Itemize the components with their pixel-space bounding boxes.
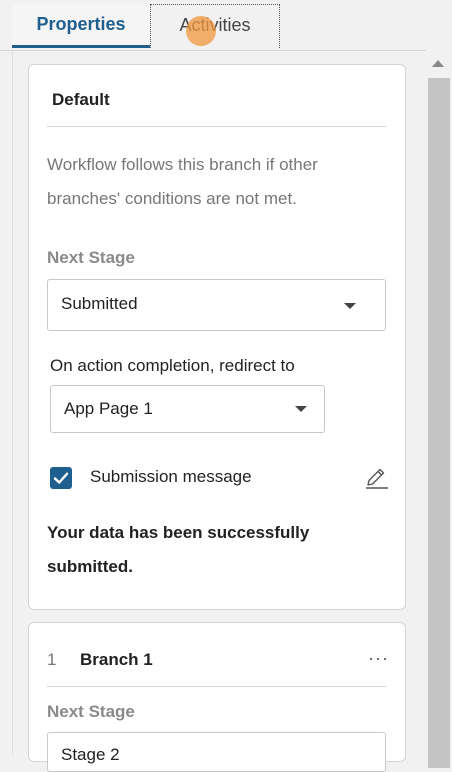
chevron-down-icon [344,303,356,309]
next-stage-select[interactable]: Submitted [47,279,386,331]
branch-next-stage-label: Next Stage [47,702,135,721]
scroll-up-arrow-icon[interactable] [432,60,444,67]
default-branch-title: Default [52,90,110,109]
submission-message-checkbox[interactable] [50,467,72,489]
tab-properties[interactable]: Properties [12,4,150,48]
chevron-down-icon [295,406,307,412]
card-divider [47,686,386,687]
scrollbar-thumb[interactable] [428,78,450,768]
branch-title: Branch 1 [80,650,153,669]
redirect-page-value: App Page 1 [64,399,153,418]
card-divider [47,126,386,127]
branch-next-stage-select[interactable]: Stage 2 [47,732,386,772]
panel-left-border [12,50,13,755]
branch-next-stage-value: Stage 2 [61,745,120,764]
submission-message-text: Your data has been successfully submitte… [47,523,310,576]
checkmark-icon [53,472,69,484]
vertical-scrollbar[interactable] [426,50,452,768]
default-branch-description: Workflow follows this branch if other br… [47,155,318,208]
redirect-page-select[interactable]: App Page 1 [50,385,325,433]
submission-message-label: Submission message [90,467,252,486]
next-stage-value: Submitted [61,294,138,313]
redirect-label: On action completion, redirect to [50,356,295,375]
edit-pencil-icon[interactable] [364,466,390,495]
click-indicator [186,16,216,46]
next-stage-label: Next Stage [47,248,135,267]
tab-bar: Properties Activities [0,0,452,51]
more-options-icon[interactable]: ··· [368,648,389,669]
branch-number: 1 [47,650,57,669]
